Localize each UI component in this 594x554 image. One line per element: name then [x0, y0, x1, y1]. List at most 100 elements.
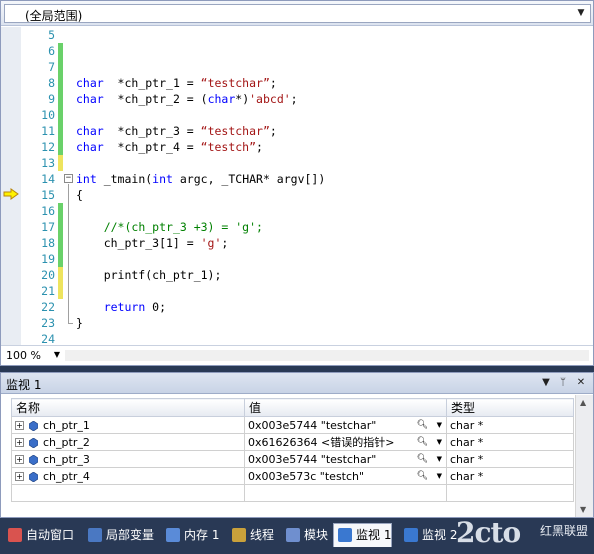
code-line[interactable]: 11 char *ch_ptr_3 = “testchar”;	[21, 123, 593, 139]
code-line[interactable]: 6	[21, 43, 593, 59]
code-token: “testch”	[200, 140, 257, 154]
code-token: *)	[235, 92, 250, 106]
tab-locals[interactable]: 局部变量	[84, 524, 154, 546]
tab-watch[interactable]: 监视 1	[333, 523, 393, 547]
saved-change-marker	[58, 123, 63, 139]
code-line[interactable]: 13	[21, 155, 593, 171]
watch-empty-cell[interactable]	[11, 484, 245, 502]
watch-cell-type: char *	[446, 450, 574, 468]
code-token: 0;	[145, 300, 167, 314]
watch-empty-cell[interactable]	[244, 484, 447, 502]
indicator-margin[interactable]	[1, 27, 21, 345]
code-line[interactable]: 22 return 0;	[21, 299, 593, 315]
visualizer-dropdown-icon[interactable]: ▼	[437, 455, 442, 463]
watch-empty-cell[interactable]	[446, 484, 574, 502]
scope-dropdown[interactable]: (全局范围) ▼	[4, 4, 591, 23]
code-line[interactable]: 10	[21, 107, 593, 123]
watch-cell-name[interactable]: + ch_ptr_4	[11, 467, 245, 485]
line-number: 7	[48, 60, 55, 74]
expand-icon[interactable]: +	[15, 438, 24, 447]
code-area[interactable]: 5 6 7 8 char *ch_ptr_1 = “testchar”; 9 char *c…	[1, 27, 593, 346]
vertical-scrollbar[interactable]: ▲ ▼	[575, 395, 593, 517]
collapse-icon[interactable]: −	[64, 174, 73, 183]
line-number: 8	[48, 76, 55, 90]
watch-row[interactable]: + ch_ptr_4 0x003e573c "testch" 🔍︎ ▼ char *	[11, 467, 574, 485]
column-header-name[interactable]: 名称	[11, 398, 245, 417]
code-line[interactable]: 21	[21, 283, 593, 299]
code-line[interactable]: 12 char *ch_ptr_4 = “testch”;	[21, 139, 593, 155]
watch-cell-value[interactable]: 0x003e5744 "testchar" 🔍︎ ▼	[244, 416, 447, 434]
code-token: ;	[221, 236, 229, 250]
line-number: 18	[41, 236, 55, 250]
code-line[interactable]: 18 ch_ptr_3[1] = 'g';	[21, 235, 593, 251]
tab-memory[interactable]: 内存 1	[162, 524, 219, 546]
visualizer-icon[interactable]: 🔍︎	[417, 420, 428, 430]
code-token: *ch_ptr_4 =	[103, 140, 201, 154]
code-line[interactable]: 19	[21, 251, 593, 267]
expand-icon[interactable]: +	[15, 472, 24, 481]
current-statement-arrow-icon	[3, 188, 19, 200]
watch-row[interactable]: + ch_ptr_1 0x003e5744 "testchar" 🔍︎ ▼ char *	[11, 416, 574, 434]
pin-icon[interactable]: ᛘ	[556, 376, 570, 390]
code-line[interactable]: 15 {	[21, 187, 593, 203]
watch-cell-value[interactable]: 0x003e5744 "testchar" 🔍︎ ▼	[244, 450, 447, 468]
visualizer-dropdown-icon[interactable]: ▼	[437, 421, 442, 429]
zoom-dropdown[interactable]: 100 % ▼	[4, 348, 62, 363]
code-token: ch_ptr_3[1] =	[76, 236, 201, 250]
code-line[interactable]: 7	[21, 59, 593, 75]
scroll-up-icon[interactable]: ▲	[580, 398, 586, 407]
visualizer-dropdown-icon[interactable]: ▼	[437, 472, 442, 480]
watch-cell-name[interactable]: + ch_ptr_1	[11, 416, 245, 434]
tab-threads[interactable]: 线程	[228, 524, 274, 546]
horizontal-scrollbar[interactable]	[65, 350, 589, 361]
line-number: 6	[48, 44, 55, 58]
window-position-dropdown-icon[interactable]: ▼	[539, 376, 553, 390]
tab-modules[interactable]: 模块	[282, 524, 328, 546]
scroll-down-icon[interactable]: ▼	[580, 505, 586, 514]
code-line[interactable]: 8 char *ch_ptr_1 = “testchar”;	[21, 75, 593, 91]
saved-change-marker	[58, 43, 63, 59]
watch-cell-type: char *	[446, 433, 574, 451]
watch-row[interactable]: + ch_ptr_3 0x003e5744 "testchar" 🔍︎ ▼ char *	[11, 450, 574, 468]
unsaved-change-marker	[58, 283, 63, 299]
chevron-down-icon[interactable]: ▼	[574, 6, 588, 21]
chevron-down-icon[interactable]: ▼	[54, 350, 60, 359]
visualizer-icon[interactable]: 🔍︎	[417, 437, 428, 447]
variable-value: 0x003e5744 "testchar"	[248, 418, 377, 432]
tab-watch[interactable]: 监视 2	[400, 524, 457, 546]
watch-cell-type: char *	[446, 416, 574, 434]
code-editor[interactable]: (全局范围) ▼ 5 6 7 8 char *ch_ptr_1 = “testchar”…	[0, 0, 594, 366]
visualizer-dropdown-icon[interactable]: ▼	[437, 438, 442, 446]
code-line[interactable]: 16	[21, 203, 593, 219]
code-token: printf(ch_ptr_1);	[76, 268, 222, 282]
expand-icon[interactable]: +	[15, 421, 24, 430]
tab-label: 内存 1	[184, 528, 220, 542]
watch-cell-name[interactable]: + ch_ptr_2	[11, 433, 245, 451]
code-token: char	[76, 140, 104, 154]
code-text: char *ch_ptr_1 = “testchar”;	[76, 75, 277, 91]
watch-cell-value[interactable]: 0x003e573c "testch" 🔍︎ ▼	[244, 467, 447, 485]
code-line[interactable]: 9 char *ch_ptr_2 = (char*)'abcd';	[21, 91, 593, 107]
watch-title: 监视 1	[6, 378, 42, 392]
saved-change-marker	[58, 75, 63, 91]
column-header-value[interactable]: 值	[244, 398, 447, 417]
watch-cell-value[interactable]: 0x61626364 <错误的指针> 🔍︎ ▼	[244, 433, 447, 451]
close-icon[interactable]: ✕	[574, 376, 588, 390]
watch-row[interactable]: + ch_ptr_2 0x61626364 <错误的指针> 🔍︎ ▼ char *	[11, 433, 574, 451]
code-token: ;	[290, 92, 298, 106]
code-line[interactable]: 17 //*(ch_ptr_3 +3) = 'g';	[21, 219, 593, 235]
variable-name: ch_ptr_3	[43, 452, 90, 466]
expand-icon[interactable]: +	[15, 455, 24, 464]
visualizer-icon[interactable]: 🔍︎	[417, 454, 428, 464]
watch-new-entry-row[interactable]	[11, 484, 574, 502]
visualizer-icon[interactable]: 🔍︎	[417, 471, 428, 481]
line-number: 16	[41, 204, 55, 218]
code-line[interactable]: 14− int _tmain(int argc, _TCHAR* argv[])	[21, 171, 593, 187]
code-line[interactable]: 23}	[21, 315, 593, 331]
code-token: {	[76, 188, 83, 202]
column-header-type[interactable]: 类型	[446, 398, 574, 417]
tab-autos[interactable]: 自动窗口	[4, 524, 74, 546]
code-line[interactable]: 20 printf(ch_ptr_1);	[21, 267, 593, 283]
watch-cell-name[interactable]: + ch_ptr_3	[11, 450, 245, 468]
code-line[interactable]: 5	[21, 27, 593, 43]
